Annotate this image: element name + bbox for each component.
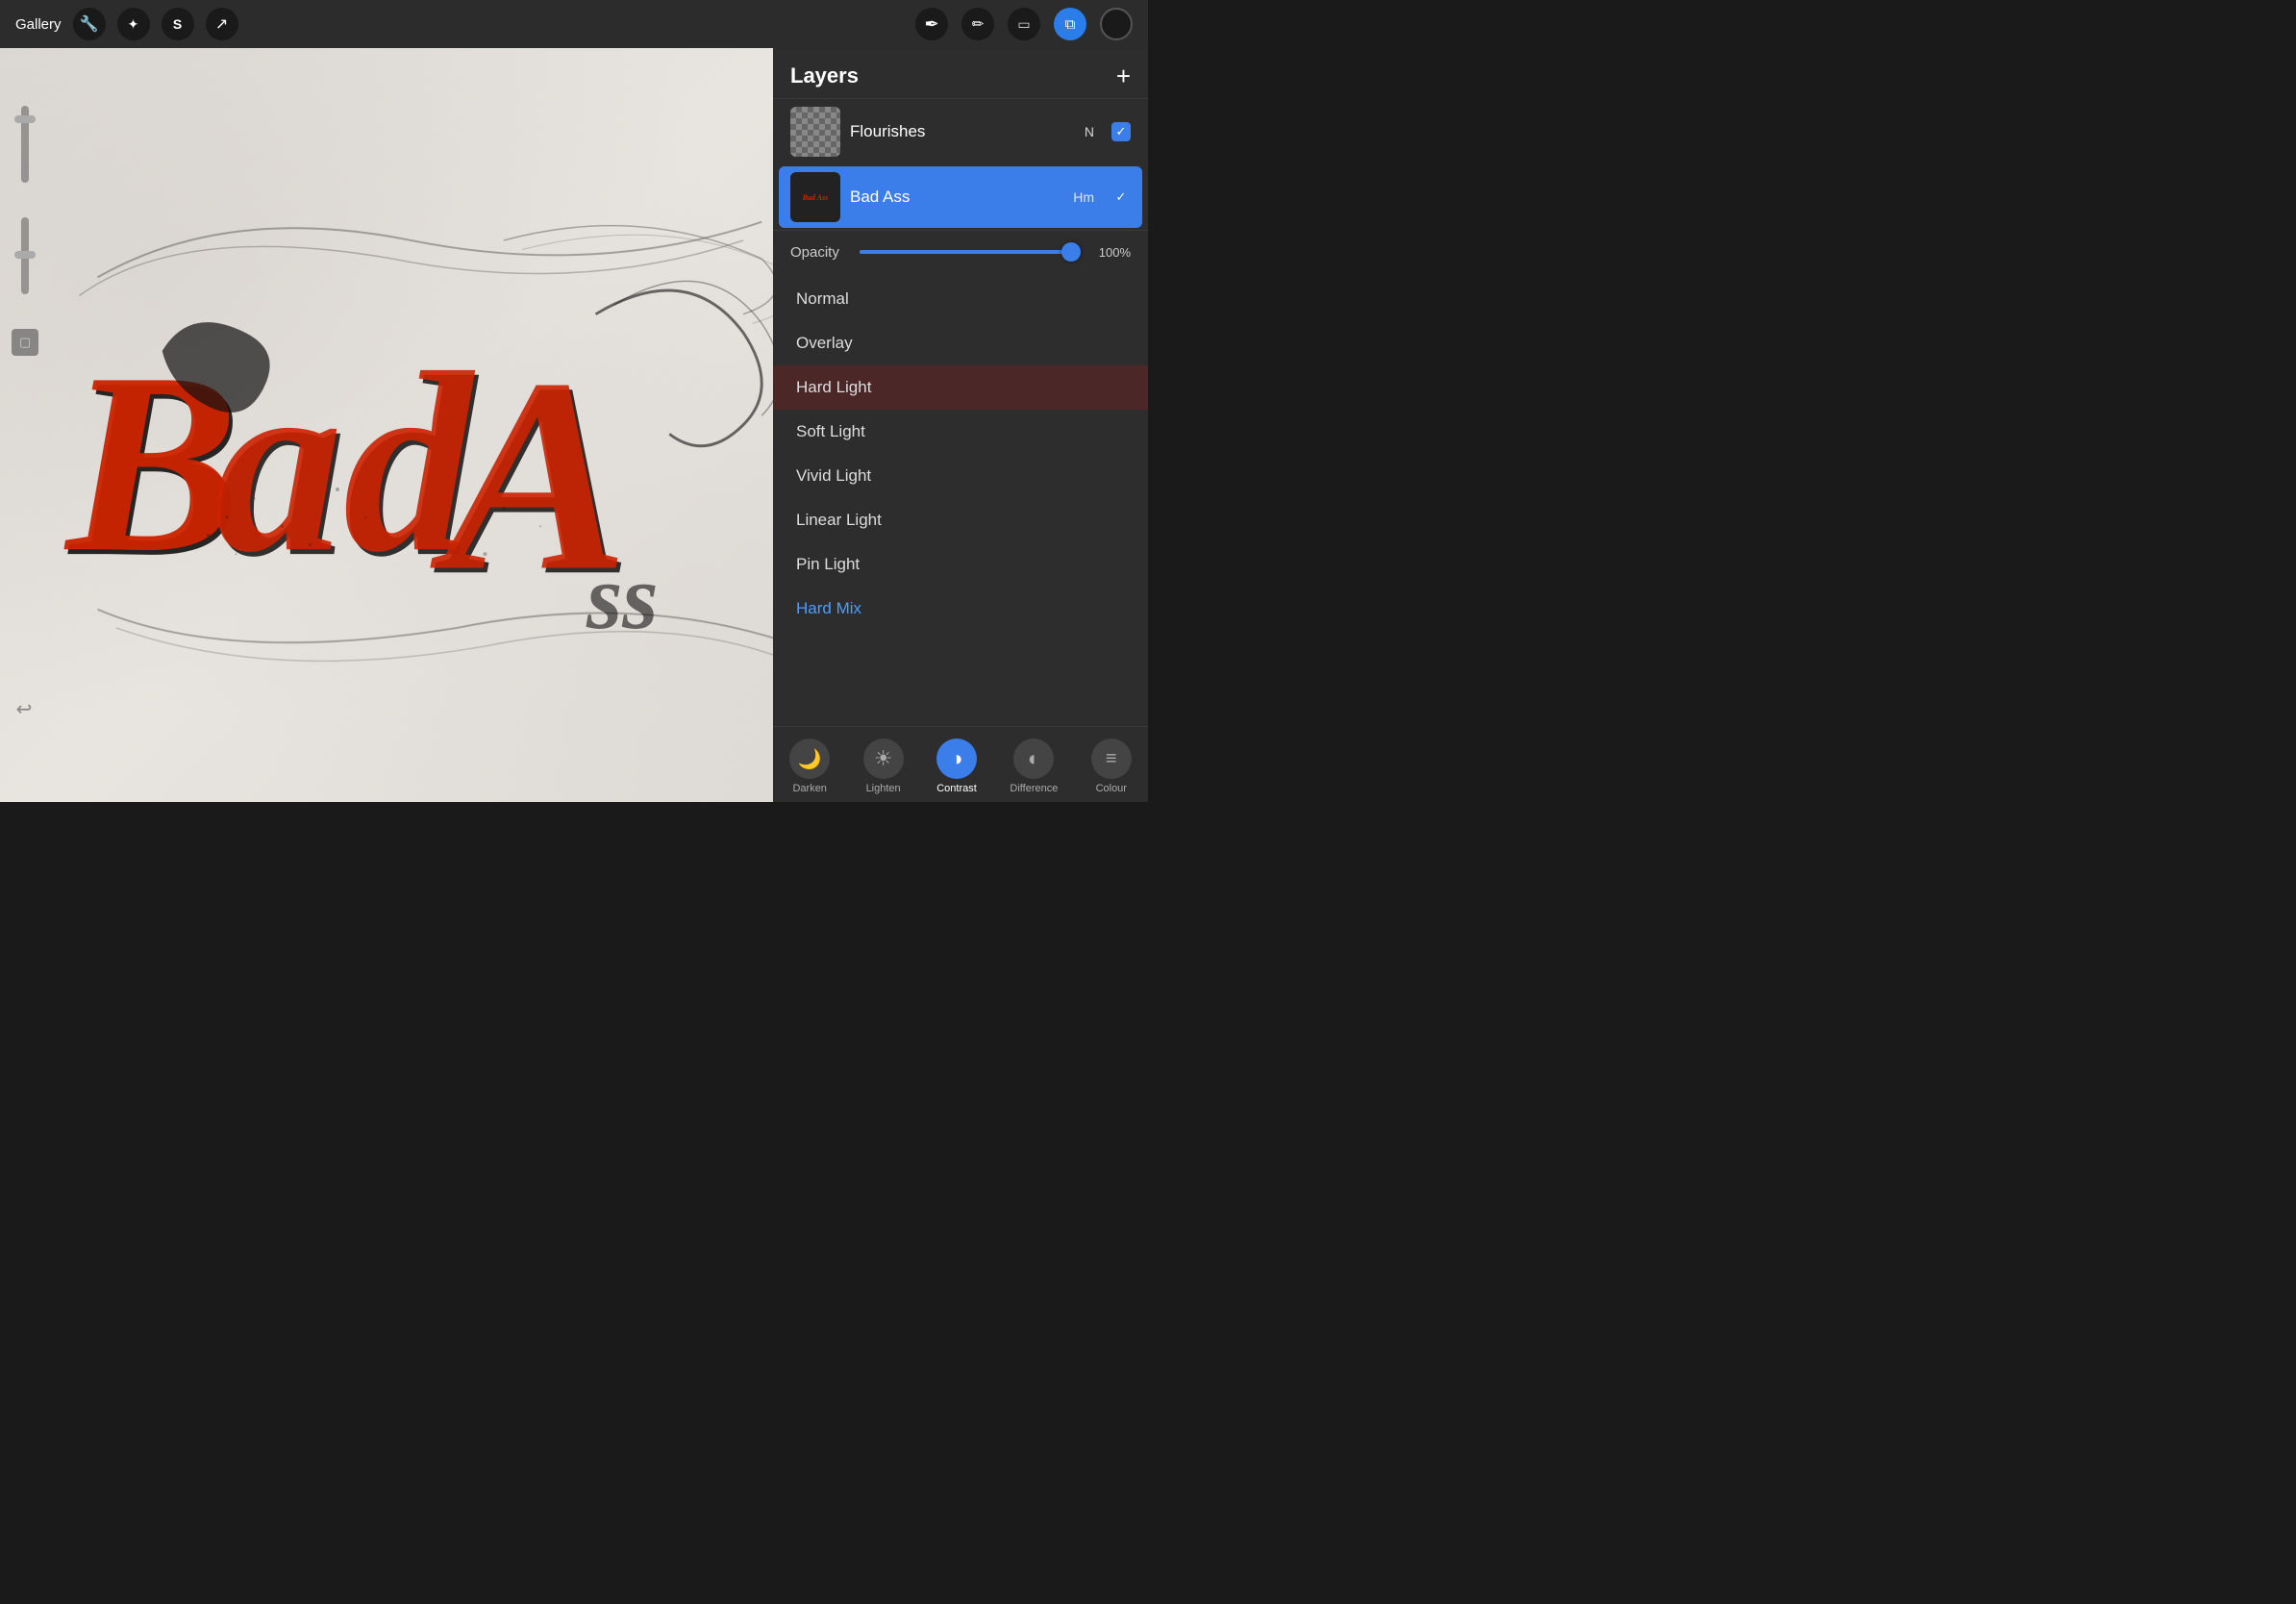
blend-mode-hard-light[interactable]: Hard Light — [773, 365, 1148, 410]
opacity-label: Opacity — [790, 244, 848, 261]
gallery-button[interactable]: Gallery — [15, 16, 62, 33]
layer-thumbnail-flourishes — [790, 107, 840, 157]
toolbar-left: Gallery 🔧 ✦ S ↗ — [15, 8, 238, 40]
contrast-label: Contrast — [936, 783, 977, 794]
blend-mode-vivid-light[interactable]: Vivid Light — [773, 454, 1148, 498]
contrast-icon: ◑ — [936, 739, 977, 779]
layer-item-bad-ass[interactable]: Bad Ass Bad Ass Hm ✓ — [779, 166, 1142, 228]
layer-thumbnail-bad-ass: Bad Ass — [790, 172, 840, 222]
opacity-track — [860, 250, 1081, 254]
layer-name-flourishes: Flourishes — [850, 122, 925, 140]
blend-mode-list: Normal Overlay Hard Light Soft Light Viv… — [773, 273, 1148, 726]
blend-mode-pin-light[interactable]: Pin Light — [773, 542, 1148, 587]
opacity-slider[interactable] — [860, 242, 1081, 262]
smudge-button[interactable]: S — [162, 8, 194, 40]
category-contrast[interactable]: ◑ Contrast — [929, 735, 985, 798]
blend-mode-categories: 🌙 Darken ☀ Lighten ◑ Contrast ◐ Differen… — [773, 726, 1148, 802]
layer-info-bad-ass: Bad Ass — [850, 188, 1063, 207]
blend-mode-linear-light[interactable]: Linear Light — [773, 498, 1148, 542]
arrow-button[interactable]: ↗ — [206, 8, 238, 40]
opacity-value: 100% — [1092, 245, 1131, 260]
difference-icon: ◐ — [1013, 739, 1054, 779]
layer-thumb-preview: Bad Ass — [790, 172, 840, 222]
layer-visibility-bad-ass[interactable]: ✓ — [1111, 188, 1131, 207]
blend-mode-name-hard-light: Hard Light — [796, 378, 871, 396]
blend-mode-soft-light[interactable]: Soft Light — [773, 410, 1148, 454]
layer-name-bad-ass: Bad Ass — [850, 188, 910, 206]
layer-item-flourishes[interactable]: Flourishes N ✓ — [779, 101, 1142, 163]
blend-mode-name-vivid-light: Vivid Light — [796, 466, 871, 485]
blend-mode-name-soft-light: Soft Light — [796, 422, 865, 440]
blend-mode-name-hard-mix: Hard Mix — [796, 599, 861, 617]
difference-label: Difference — [1010, 783, 1058, 794]
opacity-fill — [860, 250, 1081, 254]
layers-title: Layers — [790, 63, 859, 88]
brush-opacity-slider[interactable] — [21, 217, 29, 294]
category-darken[interactable]: 🌙 Darken — [782, 735, 837, 798]
opacity-thumb — [1061, 242, 1081, 262]
darken-label: Darken — [792, 783, 826, 794]
lighten-icon: ☀ — [863, 739, 904, 779]
blend-mode-overlay[interactable]: Overlay — [773, 321, 1148, 365]
layer-mode-bad-ass: Hm — [1073, 189, 1094, 205]
svg-text:ss: ss — [586, 546, 659, 648]
blend-mode-name-normal: Normal — [796, 289, 849, 308]
eraser-tool-button[interactable]: ▭ — [1008, 8, 1040, 40]
toolbar-right: ✒ ✏ ▭ ⧉ — [915, 8, 1133, 40]
layer-visibility-flourishes[interactable]: ✓ — [1111, 122, 1131, 141]
lighten-label: Lighten — [866, 783, 901, 794]
layers-header: Layers + — [773, 48, 1148, 99]
calligraphy-artwork: B B ad ad A A — [0, 48, 840, 802]
left-sidebar: ▢ — [8, 106, 42, 744]
blend-mode-normal[interactable]: Normal — [773, 277, 1148, 321]
opacity-section: Opacity 100% — [773, 230, 1148, 273]
layers-tool-button[interactable]: ⧉ — [1054, 8, 1086, 40]
pen-tool-button[interactable]: ✒ — [915, 8, 948, 40]
layers-panel: Layers + Flourishes N ✓ Bad Ass Bad Ass … — [773, 48, 1148, 802]
canvas-area[interactable]: B B ad ad A A — [0, 48, 840, 802]
opacity-row: Opacity 100% — [790, 242, 1131, 262]
transform-tool[interactable]: ▢ — [12, 329, 38, 356]
magic-wand-button[interactable]: ✦ — [117, 8, 150, 40]
wrench-button[interactable]: 🔧 — [73, 8, 106, 40]
top-toolbar: Gallery 🔧 ✦ S ↗ ✒ ✏ ▭ ⧉ — [0, 0, 1148, 48]
blend-mode-hard-mix[interactable]: Hard Mix — [773, 587, 1148, 631]
layer-mode-flourishes: N — [1085, 124, 1094, 139]
category-difference[interactable]: ◐ Difference — [1002, 735, 1065, 798]
color-picker[interactable] — [1100, 8, 1133, 40]
colour-icon: ≡ — [1091, 739, 1132, 779]
calligraphy-svg: B B ad ad A A — [42, 86, 799, 764]
undo-button[interactable]: ↩ — [8, 692, 40, 725]
blend-mode-name-overlay: Overlay — [796, 334, 853, 352]
add-layer-button[interactable]: + — [1116, 63, 1131, 88]
blend-mode-name-pin-light: Pin Light — [796, 555, 860, 573]
colour-label: Colour — [1096, 783, 1127, 794]
category-colour[interactable]: ≡ Colour — [1084, 735, 1139, 798]
brush-size-slider[interactable] — [21, 106, 29, 183]
blend-mode-name-linear-light: Linear Light — [796, 511, 882, 529]
darken-icon: 🌙 — [789, 739, 830, 779]
category-lighten[interactable]: ☀ Lighten — [856, 735, 911, 798]
layer-info-flourishes: Flourishes — [850, 122, 1075, 141]
pencil-tool-button[interactable]: ✏ — [961, 8, 994, 40]
